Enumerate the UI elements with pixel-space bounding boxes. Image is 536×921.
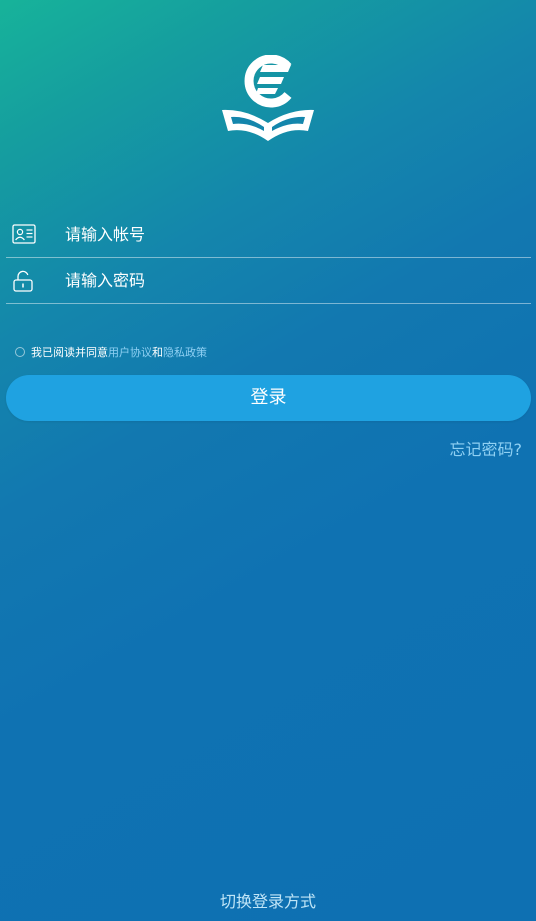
password-input[interactable] (65, 258, 515, 302)
id-card-icon (12, 224, 36, 246)
account-field (6, 212, 531, 258)
book-logo-icon (222, 54, 314, 141)
agreement-checkbox[interactable] (15, 347, 25, 357)
login-button[interactable]: 登录 (6, 375, 531, 421)
unlock-icon (12, 270, 36, 292)
forgot-password-link[interactable]: 忘记密码? (450, 436, 523, 460)
user-agreement-link[interactable]: 用户协议 (108, 344, 152, 360)
privacy-policy-link[interactable]: 隐私政策 (163, 344, 207, 360)
agreement-prefix: 我已阅读并同意 (31, 346, 108, 359)
agreement-conjunction: 和 (152, 346, 163, 359)
password-field (6, 258, 531, 304)
agreement-row: 我已阅读并同意 用户协议 和 隐私政策 (15, 343, 207, 361)
account-input[interactable] (65, 212, 515, 256)
switch-login-method-link[interactable]: 切换登录方式 (0, 888, 536, 912)
app-logo (218, 54, 318, 145)
